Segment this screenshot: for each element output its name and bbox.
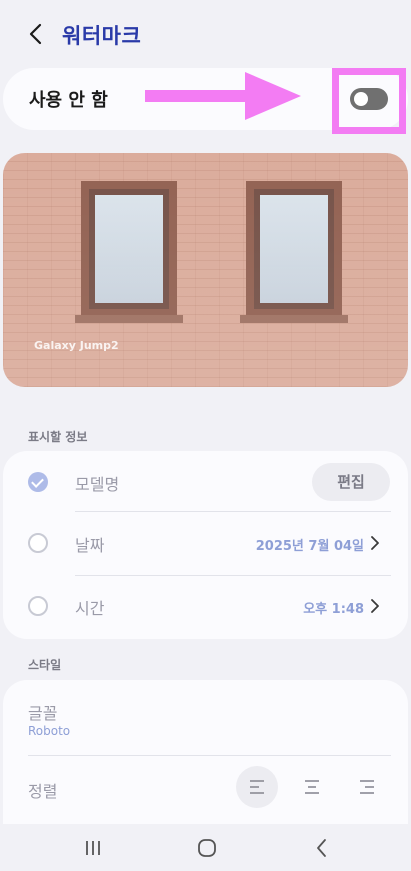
annotation-highlight-box <box>332 68 406 134</box>
checkbox-model[interactable] <box>28 472 48 492</box>
info-row-time[interactable]: 시간 오후 1:48 <box>3 575 408 639</box>
align-center-icon <box>305 780 319 794</box>
chevron-right-icon <box>371 536 379 550</box>
style-card: 글꼴 Roboto 정렬 <box>3 680 408 828</box>
toggle-label: 사용 안 함 <box>29 90 108 111</box>
recent-apps-icon <box>86 841 100 855</box>
watermark-preview-image: Galaxy Jump2 <box>3 153 408 387</box>
info-row-date[interactable]: 날짜 2025년 7월 04일 <box>3 513 408 577</box>
align-right-button[interactable] <box>346 766 388 808</box>
time-value: 오후 1:48 <box>303 602 364 617</box>
row-label-model: 모델명 <box>75 475 120 494</box>
recent-apps-button[interactable] <box>81 836 105 860</box>
font-label: 글꼴 <box>28 704 58 723</box>
app-header: 워터마크 <box>0 0 411 70</box>
back-icon <box>317 839 326 857</box>
system-navbar <box>0 824 411 871</box>
row-label-date: 날짜 <box>75 536 105 555</box>
info-row-model[interactable]: 모델명 편집 <box>3 451 408 515</box>
annotation-arrow <box>145 72 301 120</box>
align-center-button[interactable] <box>291 766 333 808</box>
info-section-header: 표시할 정보 <box>28 430 88 444</box>
align-left-button[interactable] <box>236 766 278 808</box>
info-card: 모델명 편집 날짜 2025년 7월 04일 시간 오후 1:48 <box>3 451 408 639</box>
chevron-left-icon <box>29 23 42 45</box>
back-button[interactable] <box>22 20 50 48</box>
nav-back-button[interactable] <box>310 836 334 860</box>
row-divider <box>28 755 391 756</box>
align-right-icon <box>360 780 374 794</box>
font-value: Roboto <box>28 724 71 738</box>
checkbox-date[interactable] <box>28 533 48 553</box>
watermark-text: Galaxy Jump2 <box>34 339 119 352</box>
checkbox-time[interactable] <box>28 596 48 616</box>
font-row[interactable]: 글꼴 Roboto <box>3 680 408 754</box>
home-icon <box>198 839 216 857</box>
row-divider <box>75 511 391 512</box>
home-button[interactable] <box>195 836 219 860</box>
align-label: 정렬 <box>28 782 58 801</box>
style-section-header: 스타일 <box>28 658 62 672</box>
edit-button[interactable]: 편집 <box>312 463 390 501</box>
align-left-icon <box>250 780 264 794</box>
date-value: 2025년 7월 04일 <box>255 539 364 554</box>
chevron-right-icon <box>371 599 379 613</box>
row-label-time: 시간 <box>75 599 105 618</box>
page-title: 워터마크 <box>62 24 142 48</box>
